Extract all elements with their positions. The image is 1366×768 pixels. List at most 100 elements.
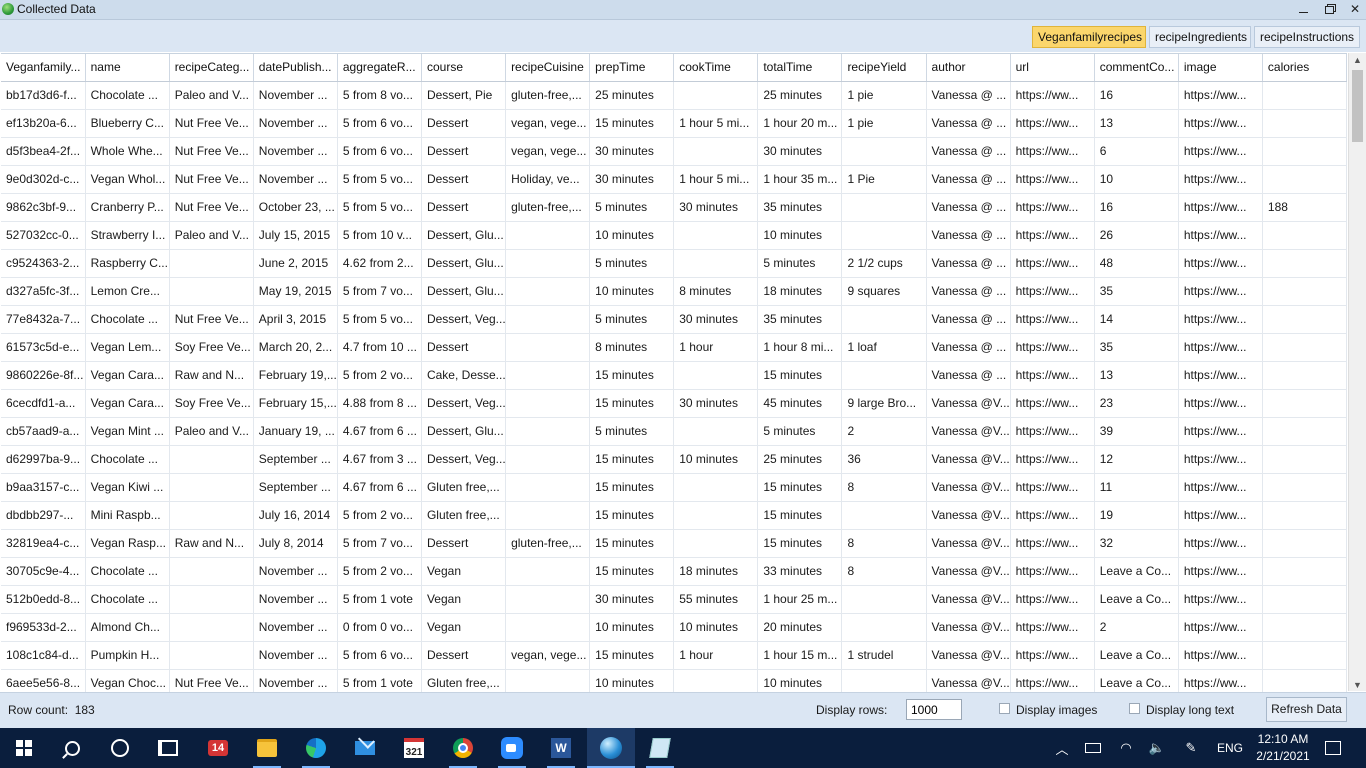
table-cell[interactable]: 10 minutes — [589, 613, 675, 642]
table-cell[interactable]: 32 — [1094, 529, 1179, 558]
table-cell[interactable]: https://ww... — [1010, 221, 1095, 250]
table-cell[interactable]: Whole Whe... — [85, 137, 170, 166]
table-cell[interactable]: Blueberry C... — [85, 109, 170, 138]
table-cell[interactable]: 19 — [1094, 501, 1179, 530]
table-cell[interactable]: https://ww... — [1178, 305, 1263, 334]
table-cell[interactable]: https://ww... — [1178, 613, 1263, 642]
table-cell[interactable] — [1262, 557, 1347, 586]
table-cell[interactable] — [1262, 361, 1347, 390]
table-cell[interactable] — [841, 361, 927, 390]
column-header[interactable]: calories — [1262, 54, 1347, 82]
table-cell[interactable]: 15 minutes — [589, 557, 675, 586]
table-cell[interactable] — [169, 473, 254, 502]
table-cell[interactable]: Vanessa @V... — [926, 445, 1011, 474]
table-cell[interactable]: Vanessa @V... — [926, 613, 1011, 642]
taskbar-app-calendar[interactable]: 321 — [390, 728, 438, 768]
table-cell[interactable]: 2 — [841, 417, 927, 446]
table-cell[interactable]: Vanessa @ ... — [926, 109, 1011, 138]
start-button[interactable] — [0, 728, 48, 768]
table-cell[interactable]: 6cecdfd1-a... — [1, 389, 86, 418]
table-cell[interactable]: Gluten free,... — [421, 473, 507, 502]
table-cell[interactable]: 15 minutes — [757, 473, 843, 502]
table-cell[interactable]: 1 hour 5 mi... — [673, 109, 759, 138]
table-cell[interactable]: 23 — [1094, 389, 1179, 418]
table-cell[interactable] — [505, 249, 591, 278]
table-cell[interactable]: 35 — [1094, 277, 1179, 306]
table-cell[interactable]: d327a5fc-3f... — [1, 277, 86, 306]
table-cell[interactable] — [1262, 137, 1347, 166]
table-cell[interactable] — [673, 361, 759, 390]
search-button[interactable] — [48, 728, 96, 768]
table-cell[interactable]: https://ww... — [1178, 193, 1263, 222]
close-button[interactable]: ✕ — [1342, 0, 1366, 19]
table-cell[interactable]: 1 hour 15 m... — [757, 641, 843, 670]
table-cell[interactable]: d5f3bea4-2f... — [1, 137, 86, 166]
table-cell[interactable]: 5 minutes — [589, 193, 675, 222]
table-cell[interactable] — [673, 81, 759, 110]
table-cell[interactable]: Gluten free,... — [421, 669, 507, 692]
table-cell[interactable]: 5 from 1 vote — [337, 585, 422, 614]
table-cell[interactable] — [1262, 109, 1347, 138]
table-cell[interactable]: 15 minutes — [757, 529, 843, 558]
table-cell[interactable]: https://ww... — [1010, 641, 1095, 670]
table-cell[interactable]: https://ww... — [1178, 445, 1263, 474]
cortana-button[interactable] — [96, 728, 144, 768]
taskbar-app-badge[interactable]: 14 — [194, 728, 242, 768]
table-cell[interactable]: 32819ea4-c... — [1, 529, 86, 558]
table-cell[interactable]: https://ww... — [1178, 109, 1263, 138]
table-cell[interactable]: https://ww... — [1010, 305, 1095, 334]
language-indicator[interactable]: ENG — [1212, 728, 1248, 768]
table-row[interactable]: b9aa3157-c... Vegan Kiwi ... September ...… — [1, 473, 1347, 502]
display-long-text-checkbox[interactable] — [1129, 703, 1140, 714]
table-cell[interactable]: 9860226e-8f... — [1, 361, 86, 390]
table-cell[interactable] — [505, 557, 591, 586]
table-cell[interactable]: c9524363-2... — [1, 249, 86, 278]
table-cell[interactable] — [169, 557, 254, 586]
table-cell[interactable]: 30 minutes — [673, 305, 759, 334]
table-cell[interactable]: 2 1/2 cups — [841, 249, 927, 278]
table-cell[interactable]: October 23, ... — [253, 193, 338, 222]
scroll-thumb[interactable] — [1352, 70, 1363, 142]
taskbar-app-data-scraper[interactable] — [587, 728, 635, 768]
table-cell[interactable]: Dessert — [421, 333, 507, 362]
table-cell[interactable]: 1 hour — [673, 641, 759, 670]
tray-overflow-button[interactable]: ︿ — [1050, 728, 1074, 768]
table-cell[interactable]: https://ww... — [1010, 585, 1095, 614]
table-cell[interactable] — [169, 277, 254, 306]
table-cell[interactable]: 30 minutes — [673, 193, 759, 222]
table-cell[interactable] — [505, 305, 591, 334]
table-cell[interactable]: 5 from 6 vo... — [337, 109, 422, 138]
table-cell[interactable]: 5 from 6 vo... — [337, 641, 422, 670]
table-cell[interactable]: 14 — [1094, 305, 1179, 334]
vertical-scrollbar[interactable]: ▲ ▼ — [1348, 53, 1366, 691]
table-cell[interactable]: 10 minutes — [589, 221, 675, 250]
table-cell[interactable]: November ... — [253, 669, 338, 692]
table-cell[interactable]: 35 — [1094, 333, 1179, 362]
table-cell[interactable]: Soy Free Ve... — [169, 389, 254, 418]
table-cell[interactable]: 61573c5d-e... — [1, 333, 86, 362]
table-cell[interactable]: 5 minutes — [589, 249, 675, 278]
table-cell[interactable]: Nut Free Ve... — [169, 193, 254, 222]
table-cell[interactable]: https://ww... — [1010, 445, 1095, 474]
table-cell[interactable]: gluten-free,... — [505, 81, 591, 110]
table-cell[interactable]: 10 minutes — [757, 669, 843, 692]
table-cell[interactable]: 8 — [841, 557, 927, 586]
table-cell[interactable]: https://ww... — [1178, 333, 1263, 362]
column-header[interactable]: recipeYield — [841, 54, 927, 82]
table-row[interactable]: c9524363-2... Raspberry C... June 2, 2015 4… — [1, 249, 1347, 278]
table-cell[interactable]: Leave a Co... — [1094, 641, 1179, 670]
table-cell[interactable]: https://ww... — [1010, 277, 1095, 306]
table-cell[interactable] — [169, 641, 254, 670]
table-cell[interactable]: 4.67 from 6 ... — [337, 417, 422, 446]
table-row[interactable]: d62997ba-9... Chocolate ... September ... 4… — [1, 445, 1347, 474]
table-cell[interactable]: Vegan — [421, 557, 507, 586]
table-cell[interactable]: 512b0edd-8... — [1, 585, 86, 614]
table-cell[interactable]: 10 minutes — [757, 221, 843, 250]
table-cell[interactable]: https://ww... — [1010, 669, 1095, 692]
table-cell[interactable]: 2 — [1094, 613, 1179, 642]
table-cell[interactable]: d62997ba-9... — [1, 445, 86, 474]
table-row[interactable]: 512b0edd-8... Chocolate ... November ... 5 … — [1, 585, 1347, 614]
table-cell[interactable]: November ... — [253, 557, 338, 586]
table-cell[interactable]: Chocolate ... — [85, 305, 170, 334]
table-cell[interactable] — [169, 445, 254, 474]
